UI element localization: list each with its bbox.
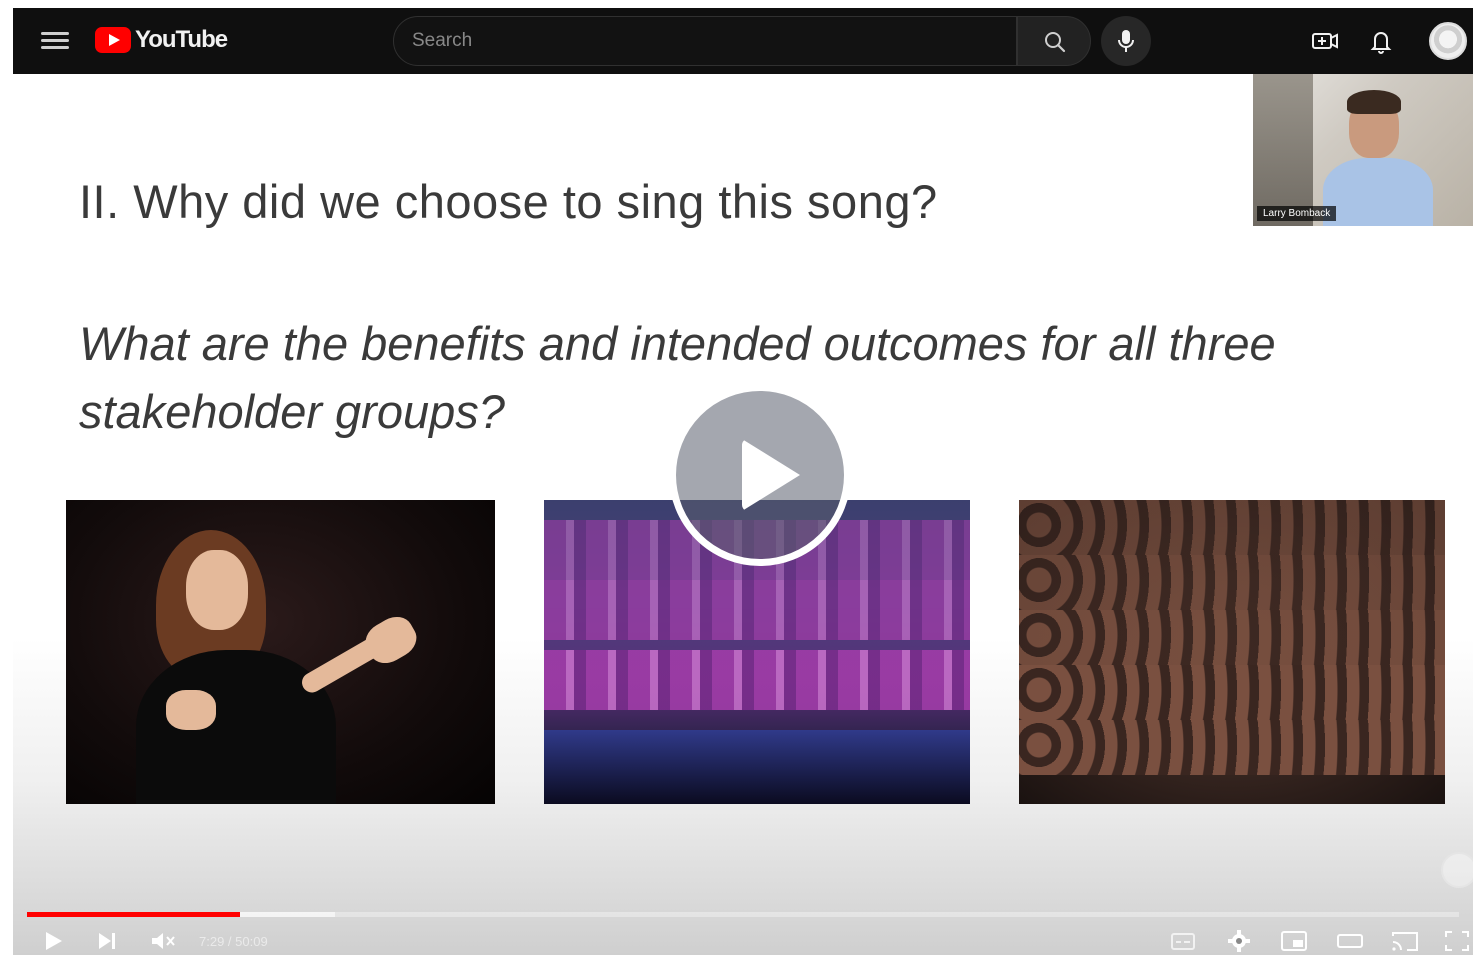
hamburger-icon[interactable] [41, 28, 69, 54]
voice-search-button[interactable] [1101, 16, 1151, 66]
fullscreen-button[interactable] [1443, 928, 1471, 954]
masthead: YouTube [13, 8, 1473, 74]
muted-icon [152, 933, 175, 949]
presenter-webcam: Larry Bomback [1253, 74, 1473, 226]
bell-icon [1370, 32, 1392, 54]
cast-icon [1392, 932, 1418, 951]
skip-next-icon [99, 933, 115, 949]
miniplayer-button[interactable] [1279, 928, 1309, 954]
theater-mode-button[interactable] [1335, 928, 1365, 954]
mic-icon [1118, 30, 1134, 52]
progress-bar[interactable] [27, 912, 1459, 917]
search-icon [1045, 32, 1066, 53]
slide-title: II. Why did we choose to sing this song? [79, 175, 938, 228]
slide-photo-audience [1019, 500, 1445, 804]
play-icon [46, 932, 62, 950]
search-button[interactable] [1017, 16, 1091, 66]
create-video-icon [1312, 33, 1338, 49]
cast-button[interactable] [1389, 928, 1421, 954]
miniplayer-icon [1281, 931, 1307, 951]
channel-watermark-icon[interactable] [1441, 852, 1473, 888]
progress-played [27, 912, 241, 917]
slide-photo-conductor [66, 500, 495, 804]
theater-icon [1337, 934, 1363, 948]
avatar[interactable] [1429, 22, 1467, 60]
captions-icon [1171, 933, 1195, 950]
next-button[interactable] [95, 928, 121, 954]
captions-button[interactable] [1169, 928, 1197, 954]
gear-icon [1228, 930, 1250, 952]
notifications-button[interactable] [1365, 25, 1397, 57]
settings-button[interactable] [1225, 928, 1253, 954]
search-input[interactable] [394, 17, 1016, 65]
youtube-logo[interactable]: YouTube [95, 26, 228, 54]
youtube-window: YouTube Search II. Why did we choose to … [13, 8, 1473, 955]
presenter-name-label: Larry Bomback [1257, 206, 1337, 221]
logo-text: YouTube [135, 26, 228, 53]
mute-button[interactable] [149, 928, 177, 954]
youtube-play-icon [95, 27, 131, 53]
play-button[interactable] [41, 928, 65, 954]
large-play-button[interactable] [669, 384, 851, 566]
player-controls: 7:29 / 50:09 [13, 924, 1473, 955]
fullscreen-icon [1445, 931, 1469, 951]
create-button[interactable] [1309, 25, 1341, 57]
search-box [393, 16, 1017, 66]
video-player[interactable]: II. Why did we choose to sing this song?… [13, 74, 1473, 955]
time-display: 7:29 / 50:09 [199, 934, 268, 949]
